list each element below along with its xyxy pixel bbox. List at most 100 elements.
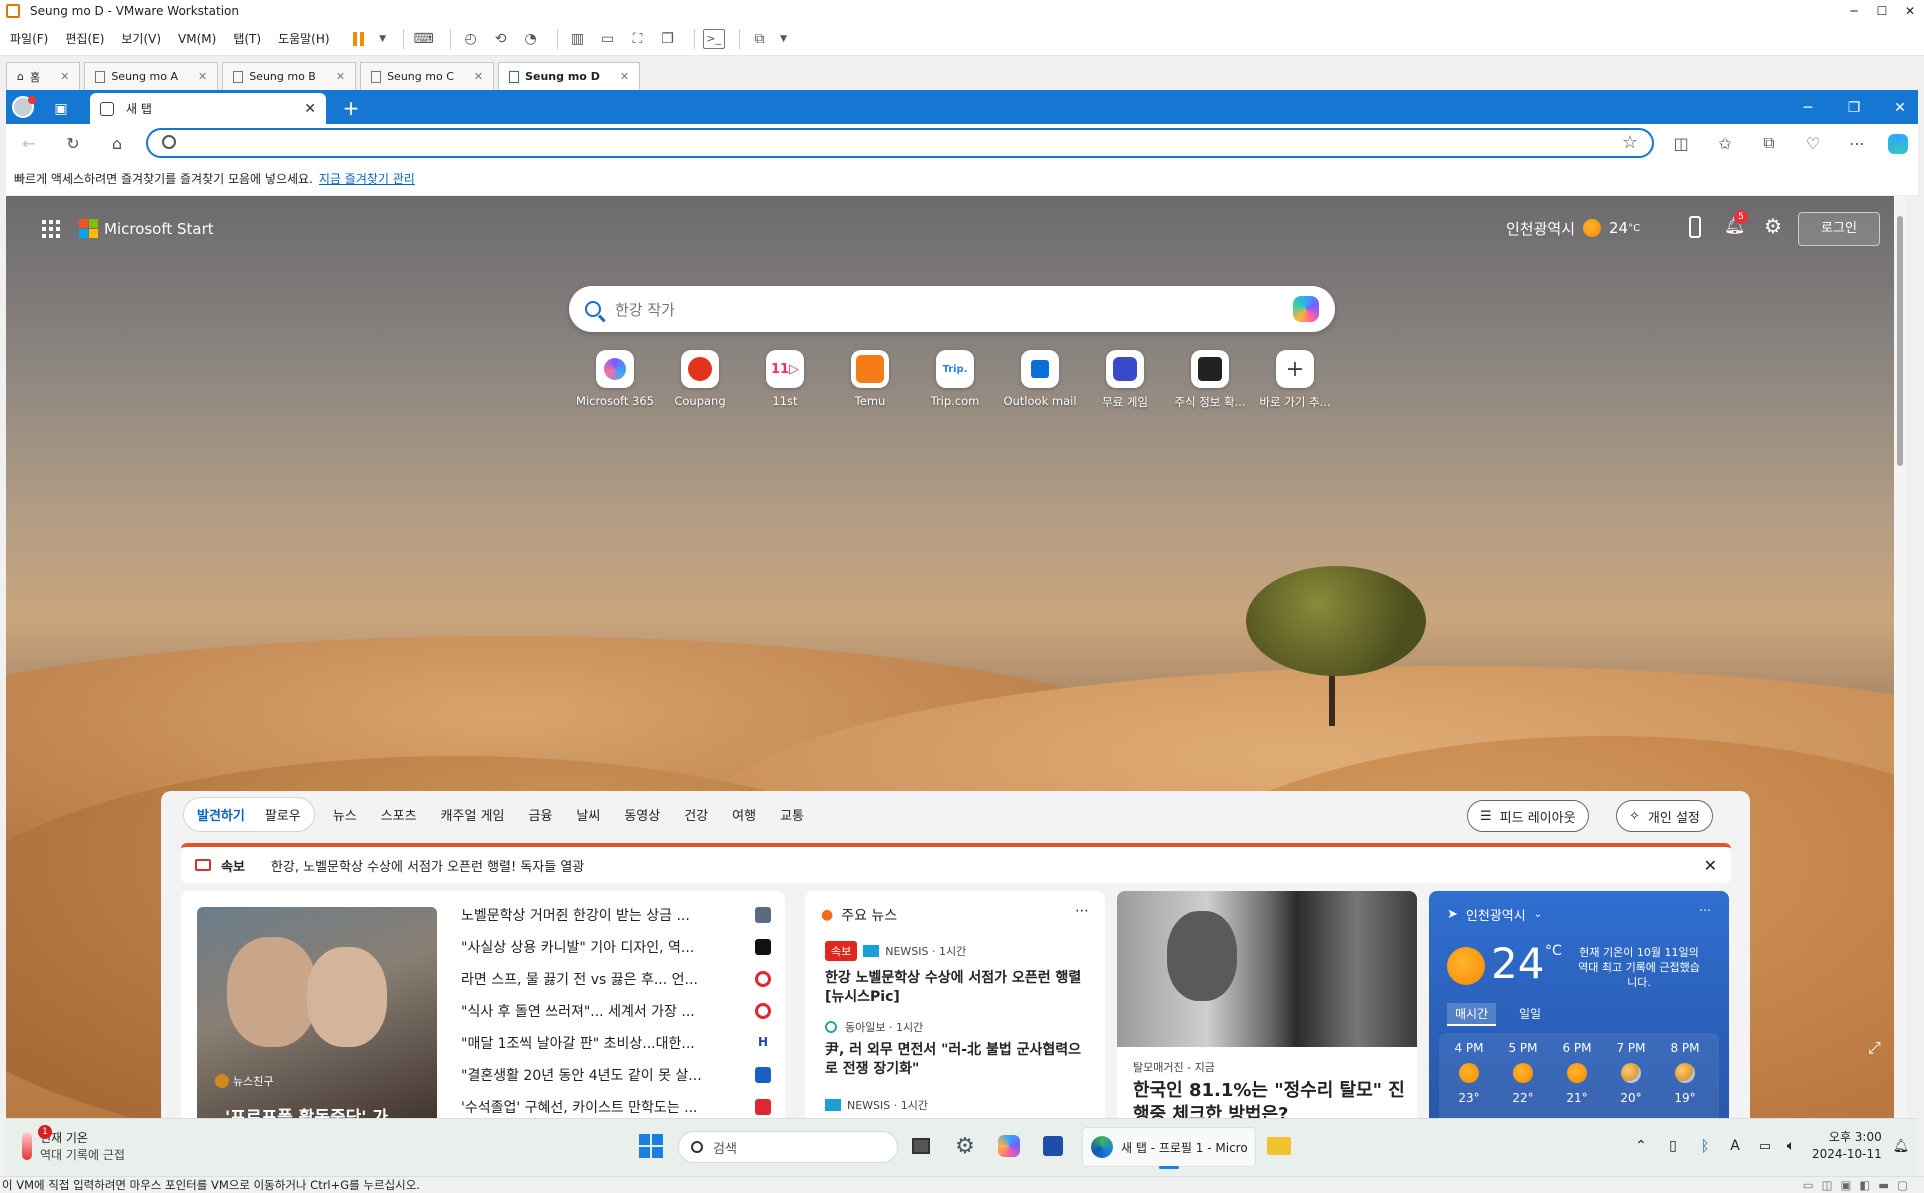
- edge-restore-button[interactable]: ❐: [1838, 96, 1870, 120]
- vm-tab-a[interactable]: Seung mo A ✕: [84, 62, 219, 90]
- vm-tab-d[interactable]: Seung mo D ✕: [498, 62, 641, 90]
- show-hidden-icons-icon[interactable]: ⌃: [1626, 1131, 1656, 1161]
- quick-link-microsoft365[interactable]: Microsoft 365: [575, 350, 655, 408]
- revert-snapshot-icon[interactable]: ⟲: [489, 27, 513, 51]
- quick-link-11st[interactable]: 11▷ 11st: [745, 350, 825, 408]
- close-tab-icon[interactable]: ✕: [474, 70, 483, 83]
- login-button[interactable]: 로그인: [1798, 212, 1880, 246]
- new-tab-button[interactable]: +: [338, 96, 364, 120]
- notification-bell-icon[interactable]: 🔔︎: [1886, 1131, 1916, 1161]
- hero-story[interactable]: 뉴스친구 '프로포폴 활동중단' 가: [197, 907, 437, 1118]
- power-dropdown-icon[interactable]: ▼: [377, 27, 389, 51]
- nav-video[interactable]: 동영상: [624, 805, 660, 824]
- personalize-button[interactable]: ✧ 개인 설정: [1616, 800, 1713, 832]
- header-weather[interactable]: 인천광역시 24 °C: [1506, 216, 1640, 240]
- feed-layout-button[interactable]: ☰ 피드 레이아웃: [1467, 800, 1589, 832]
- apps-launcher-icon[interactable]: [42, 220, 60, 238]
- device-status-icons[interactable]: ▭◫▣◧▬▢: [1803, 1177, 1916, 1193]
- snapshot-manager-icon[interactable]: ◔: [519, 27, 543, 51]
- headline-item[interactable]: '수석졸업' 구혜선, 카이스트 만학도는 ...: [461, 1091, 771, 1118]
- quick-link-coupang[interactable]: Coupang: [660, 350, 740, 408]
- nav-news[interactable]: 뉴스: [333, 805, 357, 824]
- task-view-icon[interactable]: [906, 1131, 936, 1161]
- nav-traffic[interactable]: 교통: [780, 805, 804, 824]
- close-tab-icon[interactable]: ✕: [336, 70, 345, 83]
- search-input[interactable]: 한강 작가: [615, 299, 1293, 320]
- headline-item[interactable]: "결혼생활 20년 동안 4년도 같이 못 살...: [461, 1059, 771, 1091]
- breaking-news-bar[interactable]: 속보 한강, 노벨문학상 수상에 서점가 오픈런 행렬! 독자들 열광 ✕: [181, 843, 1731, 883]
- tab-follow[interactable]: 팔로우: [255, 801, 311, 828]
- clock[interactable]: 오후 3:00 2024-10-11: [1812, 1129, 1882, 1163]
- weather-location-row[interactable]: ➤ 인천광역시 ⌄: [1447, 905, 1542, 924]
- manage-favorites-link[interactable]: 지금 즐겨찾기 관리: [319, 170, 415, 187]
- usb-icon[interactable]: ▯: [1658, 1131, 1688, 1161]
- more-options-icon[interactable]: ⋯: [1699, 903, 1711, 917]
- edge-minimize-button[interactable]: ─: [1792, 96, 1824, 120]
- headline-item[interactable]: 노벨문학상 거머쥔 한강이 받는 상금 ...: [461, 899, 771, 931]
- unity-icon[interactable]: ❐: [656, 27, 680, 51]
- menu-edit[interactable]: 편집(E): [65, 30, 104, 47]
- taskbar-weather-widget[interactable]: 1 현재 기온 역대 기록에 근접: [22, 1125, 125, 1163]
- copilot-icon[interactable]: [1293, 296, 1319, 322]
- edge-close-button[interactable]: ✕: [1884, 96, 1916, 120]
- taskbar-edge-window[interactable]: 새 탭 - 프로필 1 - Micro: [1082, 1127, 1256, 1169]
- settings-gear-icon[interactable]: ⚙: [1764, 214, 1782, 238]
- back-icon[interactable]: ←: [16, 130, 42, 156]
- more-options-icon[interactable]: ⋯: [1075, 903, 1089, 919]
- headline-item[interactable]: 라면 스프, 물 끓기 전 vs 끓은 후... 언...: [461, 963, 771, 995]
- story-card[interactable]: 탈모매거진 - 지금 한국인 81.1%는 "정수리 탈모" 진행중 체크한 방…: [1117, 891, 1417, 1118]
- menu-tabs[interactable]: 탭(T): [233, 30, 261, 47]
- send-keys-icon[interactable]: ⌨: [412, 27, 436, 51]
- snapshot-icon[interactable]: ◴: [459, 27, 483, 51]
- maximize-button[interactable]: ☐: [1868, 0, 1896, 22]
- refresh-icon[interactable]: ↻: [60, 130, 86, 156]
- thumbnail-icon[interactable]: ▭: [596, 27, 620, 51]
- taskbar-search[interactable]: 검색: [678, 1131, 898, 1163]
- browser-essentials-icon[interactable]: ♡: [1800, 130, 1826, 156]
- ime-icon[interactable]: A: [1720, 1131, 1750, 1161]
- copilot-app-icon[interactable]: [994, 1131, 1024, 1161]
- store-app-icon[interactable]: [1038, 1131, 1068, 1161]
- settings-app-icon[interactable]: ⚙: [950, 1131, 980, 1161]
- quick-link-outlook[interactable]: Outlook mail: [1000, 350, 1080, 408]
- top-news-item[interactable]: NEWSIS · 1시간: [825, 1097, 1091, 1113]
- tab-actions-icon[interactable]: ▣: [50, 98, 72, 120]
- favorites-icon[interactable]: ✩: [1712, 130, 1738, 156]
- page-scrollbar[interactable]: [1894, 196, 1906, 1118]
- fullscreen-icon[interactable]: ⛶: [626, 27, 650, 51]
- nav-casual-games[interactable]: 캐주얼 게임: [441, 805, 505, 824]
- nav-travel[interactable]: 여행: [732, 805, 756, 824]
- weather-card[interactable]: ➤ 인천광역시 ⌄ ⋯ 24 °C 현재 기온이 10월 11일의 역대 최고 …: [1429, 891, 1729, 1118]
- quick-link-stocks[interactable]: 주식 정보 확...: [1170, 350, 1250, 410]
- volume-icon[interactable]: 🔈︎: [1776, 1131, 1806, 1161]
- vm-tab-c[interactable]: Seung mo C ✕: [360, 62, 495, 90]
- quick-link-trip[interactable]: Trip. Trip.com: [915, 350, 995, 408]
- nav-finance[interactable]: 금융: [528, 805, 552, 824]
- bluetooth-icon[interactable]: ᛒ: [1690, 1131, 1720, 1161]
- phone-icon[interactable]: [1689, 216, 1701, 238]
- stretch-icon[interactable]: ⧉: [748, 27, 772, 51]
- nav-weather[interactable]: 날씨: [576, 805, 600, 824]
- library-icon[interactable]: ▥: [566, 27, 590, 51]
- collections-icon[interactable]: ⧉: [1756, 130, 1782, 156]
- tab-hourly[interactable]: 매시간: [1447, 1003, 1497, 1026]
- microsoft-start-logo[interactable]: Microsoft Start: [79, 219, 214, 238]
- headline-item[interactable]: "매달 1조씩 날아갈 판" 초비상...대한... H: [461, 1027, 771, 1059]
- file-explorer-icon[interactable]: [1264, 1131, 1294, 1161]
- menu-file[interactable]: 파일(F): [10, 30, 48, 47]
- quick-link-temu[interactable]: Temu: [830, 350, 910, 408]
- close-tab-icon[interactable]: ✕: [620, 70, 629, 83]
- tab-discover[interactable]: 발견하기: [187, 801, 255, 828]
- minimize-button[interactable]: ─: [1840, 0, 1868, 22]
- web-search-box[interactable]: 한강 작가: [569, 286, 1335, 332]
- menu-vm[interactable]: VM(M): [178, 32, 216, 46]
- quick-link-add[interactable]: + 바로 가기 추...: [1255, 350, 1335, 410]
- close-tab-icon[interactable]: ✕: [60, 70, 69, 83]
- menu-help[interactable]: 도움말(H): [278, 30, 330, 47]
- top-news-item[interactable]: 동아일보 · 1시간 尹, 러 외무 면전서 "러-北 불법 군사협력으로 전쟁…: [825, 1019, 1091, 1079]
- close-button[interactable]: ✕: [1896, 0, 1924, 22]
- headline-item[interactable]: "사실상 상용 카니발" 기아 디자인, 역...: [461, 931, 771, 963]
- console-icon[interactable]: >_: [702, 28, 725, 49]
- menu-view[interactable]: 보기(V): [121, 30, 161, 47]
- pause-icon[interactable]: [347, 27, 371, 51]
